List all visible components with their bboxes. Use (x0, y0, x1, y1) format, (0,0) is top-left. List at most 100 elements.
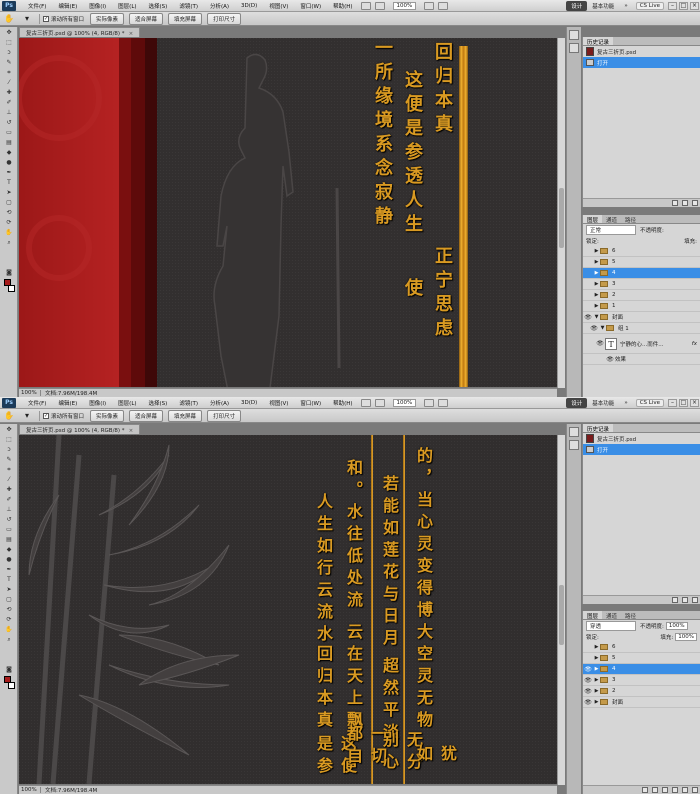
blur-tool-icon[interactable]: ◆ (3, 149, 15, 157)
actions-panel-icon[interactable] (569, 440, 579, 450)
scroll-all-windows-checkbox[interactable]: ✓ 滚动所有窗口 (43, 412, 84, 420)
hand-tool-icon[interactable]: ✋ (3, 229, 15, 237)
workspace-design[interactable]: 设计 (566, 397, 588, 408)
hand-tool-icon[interactable]: ✋ (3, 411, 15, 421)
menu-analysis[interactable]: 分析(A) (204, 2, 235, 10)
shape-tool-icon[interactable]: ▢ (3, 199, 15, 207)
quick-mask-icon[interactable]: ◙ (3, 269, 15, 277)
status-zoom[interactable]: 100% (19, 390, 41, 396)
new-snapshot-icon[interactable] (682, 200, 688, 206)
eye-icon[interactable]: 👁 (583, 666, 593, 673)
layer-row[interactable]: 👁 ▼ 封面 (583, 312, 700, 323)
menu-3d[interactable]: 3D(D) (235, 400, 263, 406)
layer-row-selected[interactable]: 👁 ▶ 4 (583, 664, 700, 675)
healing-tool-icon[interactable]: ✚ (3, 89, 15, 97)
stamp-tool-icon[interactable]: ⊥ (3, 109, 15, 117)
menu-filter[interactable]: 滤镜(T) (173, 399, 204, 407)
layer-row[interactable]: ▶ 6 (583, 246, 700, 257)
type-tool-icon[interactable]: T (3, 179, 15, 187)
fill-input[interactable]: 100% (675, 632, 697, 641)
workspace-essentials[interactable]: 基本功能 (587, 1, 619, 11)
mini-bridge-icon[interactable] (374, 1, 385, 10)
background-color-swatch[interactable] (8, 682, 15, 689)
3d-camera-tool-icon[interactable]: ⟳ (3, 616, 15, 624)
layer-row[interactable]: 👁 ▶ 2 (583, 686, 700, 697)
layer-row[interactable]: ▶ 2 (583, 290, 700, 301)
tab-layers[interactable]: 图层 (583, 611, 603, 620)
type-tool-icon[interactable]: T (3, 576, 15, 584)
actions-panel-icon[interactable] (569, 43, 579, 53)
link-layers-icon[interactable] (642, 787, 648, 793)
menu-3d[interactable]: 3D(D) (235, 3, 263, 9)
trash-icon[interactable] (692, 787, 698, 793)
lasso-tool-icon[interactable]: ↄ (3, 49, 15, 57)
expand-icon[interactable]: ▶ (593, 303, 600, 309)
quick-select-tool-icon[interactable]: ✎ (3, 456, 15, 464)
expand-icon[interactable]: ▶ (593, 248, 600, 254)
status-zoom[interactable]: 100% (19, 787, 41, 793)
tab-history[interactable]: 历史记录 (583, 424, 614, 433)
bridge-icon[interactable] (360, 1, 371, 10)
new-document-icon[interactable] (672, 597, 678, 603)
arrange-icon[interactable] (424, 398, 435, 407)
document-canvas[interactable]: 人生如行云流水 回归本真 这便是参 和。水往低处流 云在天上飘 一切都自 若能如… (19, 435, 557, 784)
layer-row[interactable]: ▶ 5 (583, 257, 700, 268)
actual-pixels-button[interactable]: 实际像素 (90, 409, 125, 422)
zoom-tool-icon[interactable]: ⌕ (3, 636, 15, 644)
eraser-tool-icon[interactable]: ▭ (3, 129, 15, 137)
tab-paths[interactable]: 路径 (621, 215, 640, 224)
menu-help[interactable]: 帮助(H) (327, 399, 358, 407)
expanded-icon[interactable]: ▼ (599, 325, 606, 331)
document-tab[interactable]: 复古三折页.psd @ 100% (4, RGB/8) * × (19, 424, 141, 434)
workspace-more[interactable]: » (619, 2, 632, 10)
marquee-tool-icon[interactable]: ⬚ (3, 39, 15, 47)
path-select-tool-icon[interactable]: ➤ (3, 586, 15, 594)
minimize-icon[interactable]: – (668, 1, 677, 10)
layer-row[interactable]: 👁 ▶ 封面 (583, 697, 700, 708)
pen-tool-icon[interactable]: ✒ (3, 169, 15, 177)
eye-icon[interactable]: 👁 (583, 314, 593, 321)
menu-image[interactable]: 图像(I) (83, 399, 112, 407)
pen-tool-icon[interactable]: ✒ (3, 566, 15, 574)
eye-icon[interactable]: 👁 (589, 325, 599, 332)
maximize-icon[interactable]: □ (679, 398, 688, 407)
add-mask-icon[interactable] (662, 787, 668, 793)
text-layer-row[interactable]: 👁 T 宁静的心...而件... fx (583, 334, 700, 354)
quick-select-tool-icon[interactable]: ✎ (3, 59, 15, 67)
menu-image[interactable]: 图像(I) (83, 2, 112, 10)
eyedropper-tool-icon[interactable]: ⁄ (3, 79, 15, 87)
move-tool-icon[interactable]: ✥ (3, 426, 15, 434)
healing-tool-icon[interactable]: ✚ (3, 486, 15, 494)
close-icon[interactable]: × (690, 398, 699, 407)
close-tab-icon[interactable]: × (129, 31, 134, 37)
menu-view[interactable]: 视图(V) (263, 399, 294, 407)
history-brush-tool-icon[interactable]: ↺ (3, 516, 15, 524)
screen-mode-icon[interactable] (438, 398, 449, 407)
brush-tool-icon[interactable]: ✐ (3, 496, 15, 504)
zoom-tool-icon[interactable]: ⌕ (3, 239, 15, 247)
eye-icon[interactable]: 👁 (583, 688, 593, 695)
shape-tool-icon[interactable]: ▢ (3, 596, 15, 604)
eye-icon[interactable]: 👁 (583, 699, 593, 706)
print-size-button[interactable]: 打印尺寸 (207, 12, 242, 25)
new-group-icon[interactable] (672, 787, 678, 793)
opacity-input[interactable]: 100% (665, 621, 688, 630)
menu-view[interactable]: 视图(V) (263, 2, 294, 10)
eraser-tool-icon[interactable]: ▭ (3, 526, 15, 534)
history-state-open[interactable]: 打开 (583, 444, 700, 455)
menu-layer[interactable]: 图层(L) (112, 2, 142, 10)
dodge-tool-icon[interactable]: ● (3, 159, 15, 167)
effects-row[interactable]: 👁 效果 (583, 354, 700, 365)
menu-edit[interactable]: 编辑(E) (52, 2, 83, 10)
scrollbar-thumb[interactable] (559, 585, 564, 645)
expand-icon[interactable]: ▶ (593, 281, 600, 287)
blend-mode-select[interactable]: 穿透 (586, 620, 636, 631)
actual-pixels-button[interactable]: 实际像素 (90, 12, 125, 25)
gradient-tool-icon[interactable]: ▤ (3, 139, 15, 147)
layer-row[interactable]: ▶ 5 (583, 653, 700, 664)
layer-row[interactable]: ▶ 6 (583, 642, 700, 653)
new-layer-icon[interactable] (682, 787, 688, 793)
menu-filter[interactable]: 滤镜(T) (173, 2, 204, 10)
marquee-tool-icon[interactable]: ⬚ (3, 436, 15, 444)
tab-layers[interactable]: 图层 (583, 215, 603, 224)
